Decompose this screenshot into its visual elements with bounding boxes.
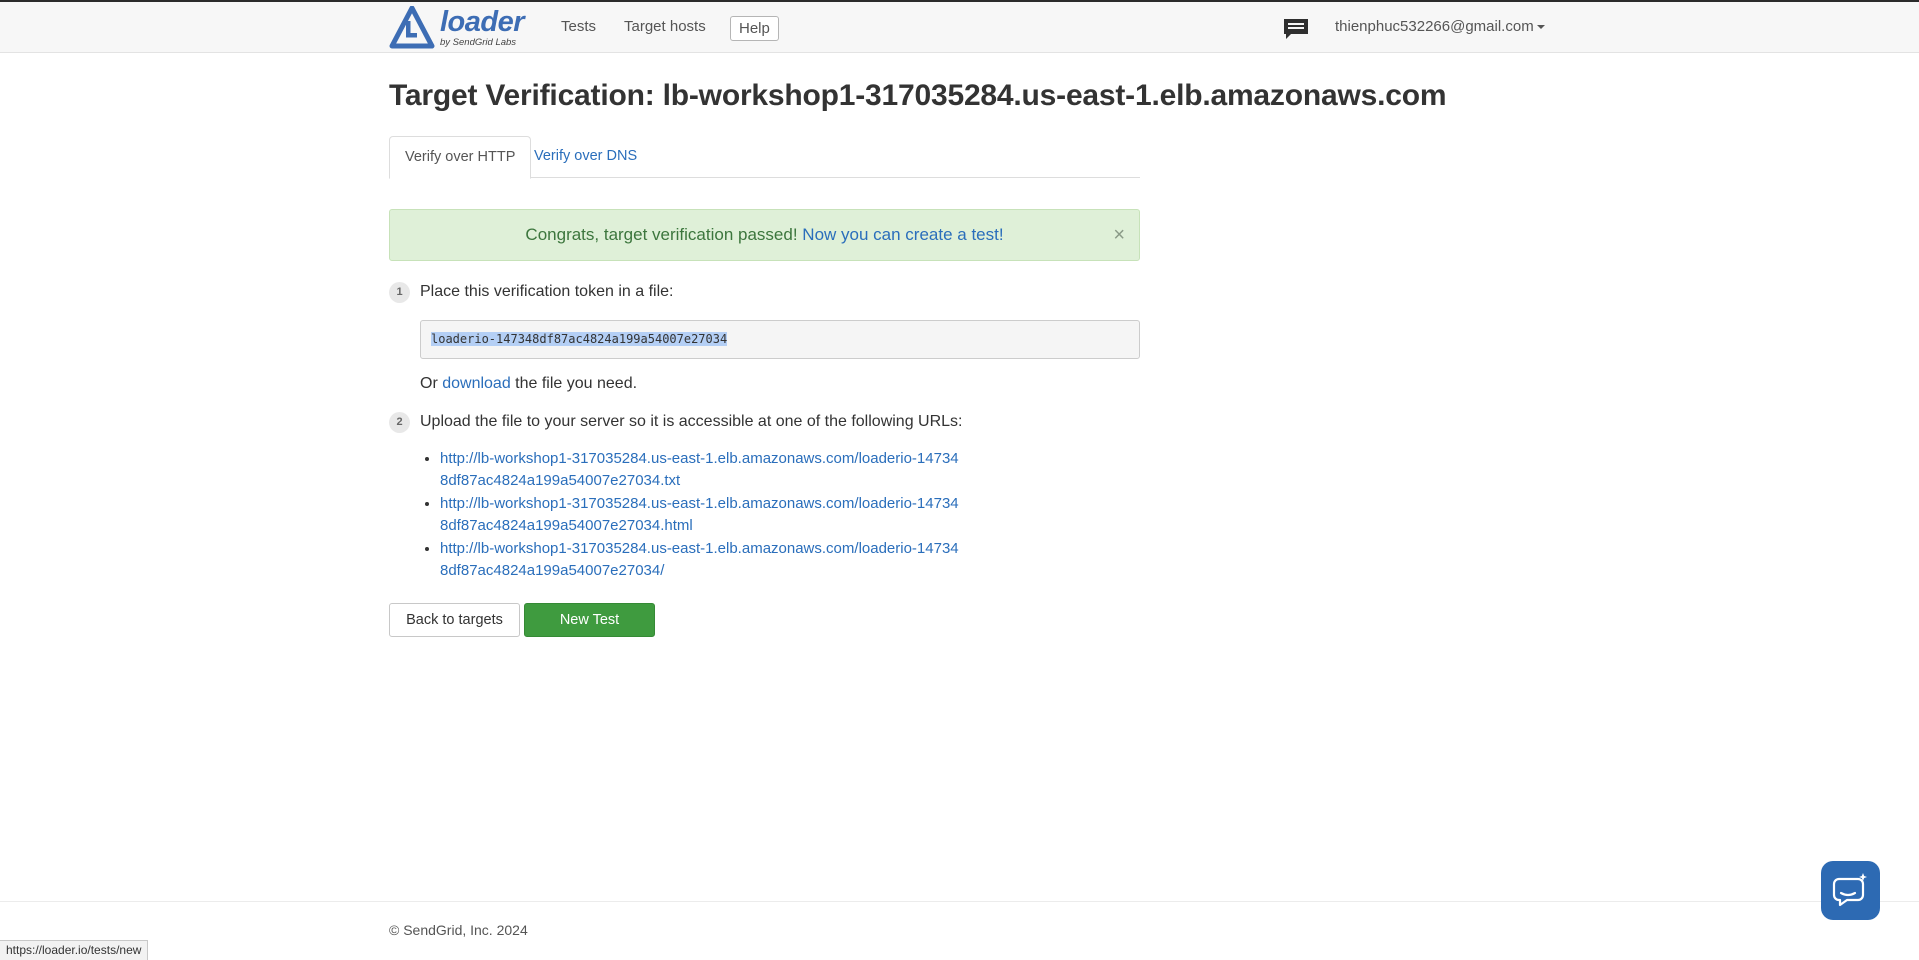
loader-logo-icon bbox=[389, 6, 435, 49]
step-number-badge: 2 bbox=[389, 412, 410, 433]
chat-icon[interactable] bbox=[1282, 18, 1310, 40]
list-item: http://lb-workshop1-317035284.us-east-1.… bbox=[440, 448, 960, 492]
user-email: thienphuc532266@gmail.com bbox=[1335, 18, 1534, 35]
success-alert: Congrats, target verification passed! No… bbox=[389, 209, 1140, 261]
verification-token: loaderio-147348df87ac4824a199a54007e2703… bbox=[431, 332, 728, 346]
tab-verify-http[interactable]: Verify over HTTP bbox=[389, 136, 532, 179]
footer-copyright: © SendGrid, Inc. 2024 bbox=[389, 922, 528, 938]
page-title: Target Verification: lb-workshop1-317035… bbox=[389, 79, 1447, 112]
step-2-text: Upload the file to your server so it is … bbox=[420, 413, 963, 430]
list-item: http://lb-workshop1-317035284.us-east-1.… bbox=[440, 493, 960, 537]
tab-verify-dns[interactable]: Verify over DNS bbox=[519, 136, 652, 178]
verification-url-link[interactable]: http://lb-workshop1-317035284.us-east-1.… bbox=[440, 540, 959, 579]
help-button[interactable]: Help bbox=[730, 16, 779, 41]
list-item: http://lb-workshop1-317035284.us-east-1.… bbox=[440, 538, 960, 582]
brand-name: loader bbox=[440, 6, 525, 38]
support-chat-icon bbox=[1832, 873, 1867, 907]
brand-subtitle: by SendGrid Labs bbox=[440, 37, 517, 48]
verification-token-field[interactable]: loaderio-147348df87ac4824a199a54007e2703… bbox=[420, 320, 1140, 359]
verification-url-link[interactable]: http://lb-workshop1-317035284.us-east-1.… bbox=[440, 495, 959, 534]
close-icon[interactable]: × bbox=[1113, 210, 1125, 260]
alert-text: Congrats, target verification passed! bbox=[525, 225, 803, 244]
verification-url-link[interactable]: http://lb-workshop1-317035284.us-east-1.… bbox=[440, 450, 959, 489]
back-to-targets-button[interactable]: Back to targets bbox=[389, 603, 520, 637]
download-suffix: the file you need. bbox=[510, 375, 638, 392]
brand-logo-link[interactable]: loader by SendGrid Labs bbox=[389, 6, 525, 52]
download-link[interactable]: download bbox=[442, 375, 511, 392]
footer-divider bbox=[0, 901, 1919, 902]
step-1-text: Place this verification token in a file: bbox=[420, 283, 674, 300]
nav-link-tests[interactable]: Tests bbox=[561, 18, 596, 35]
chevron-down-icon bbox=[1536, 25, 1545, 30]
support-chat-button[interactable] bbox=[1821, 861, 1880, 920]
download-prefix: Or bbox=[420, 375, 443, 392]
new-test-button[interactable]: New Test bbox=[524, 603, 655, 637]
verification-url-list: http://lb-workshop1-317035284.us-east-1.… bbox=[420, 448, 960, 583]
create-test-link[interactable]: Now you can create a test! bbox=[802, 225, 1003, 244]
step-number-badge: 1 bbox=[389, 282, 410, 303]
status-bar-url: https://loader.io/tests/new bbox=[0, 940, 149, 960]
verification-tabs: Verify over HTTP Verify over DNS bbox=[389, 136, 1140, 179]
user-menu-dropdown[interactable]: thienphuc532266@gmail.com bbox=[1335, 18, 1545, 35]
nav-link-target-hosts[interactable]: Target hosts bbox=[624, 18, 706, 35]
download-line: Or download the file you need. bbox=[420, 375, 637, 393]
top-navbar: loader by SendGrid Labs Tests Target hos… bbox=[0, 0, 1919, 53]
